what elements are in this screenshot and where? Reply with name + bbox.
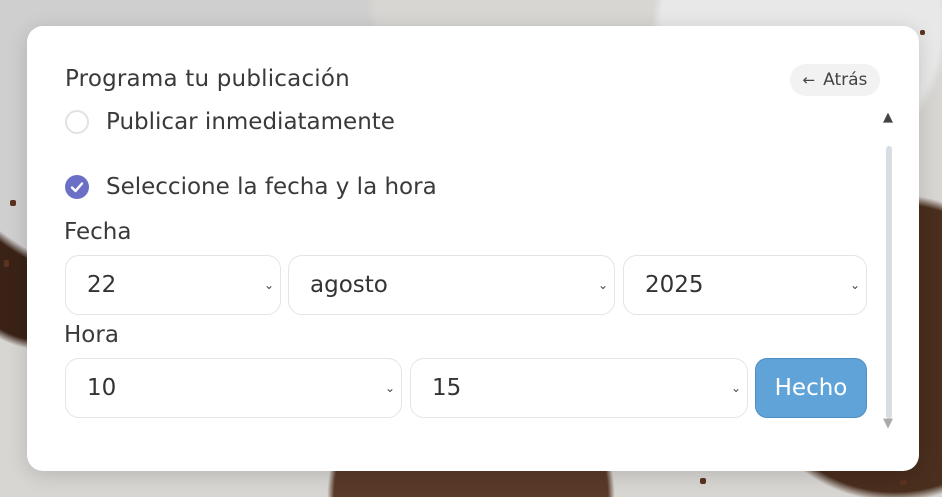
modal-title: Programa tu publicación [65, 66, 350, 92]
month-value: agosto [310, 272, 388, 298]
chevron-down-icon: ⌄ [849, 278, 860, 292]
check-icon [70, 182, 84, 193]
schedule-modal: Programa tu publicación ← Atrás ▲ ▼ Publ… [27, 26, 919, 471]
month-select[interactable]: agosto ⌄ [288, 255, 615, 315]
chevron-down-icon: ⌄ [263, 278, 274, 292]
arrow-left-icon: ← [802, 71, 816, 89]
date-label: Fecha [64, 219, 132, 245]
minute-select[interactable]: 15 ⌄ [410, 358, 748, 418]
year-value: 2025 [645, 272, 704, 298]
chevron-down-icon: ⌄ [384, 381, 395, 395]
back-button[interactable]: ← Atrás [790, 64, 880, 96]
done-button[interactable]: Hecho [755, 358, 867, 418]
option-publish-now-label: Publicar inmediatamente [106, 109, 395, 135]
day-select[interactable]: 22 ⌄ [65, 255, 281, 315]
day-value: 22 [87, 272, 117, 298]
background-decoration [10, 200, 16, 206]
hour-value: 10 [87, 375, 117, 401]
minute-value: 15 [432, 375, 462, 401]
background-decoration [4, 260, 9, 267]
radio-publish-now[interactable] [65, 110, 89, 134]
option-schedule[interactable]: Seleccione la fecha y la hora [65, 174, 437, 200]
background-decoration [920, 30, 925, 35]
background-decoration [900, 480, 907, 485]
option-schedule-label: Seleccione la fecha y la hora [106, 174, 437, 200]
scroll-down-arrow-icon[interactable]: ▼ [883, 416, 893, 431]
hour-select[interactable]: 10 ⌄ [65, 358, 402, 418]
time-label: Hora [64, 322, 119, 348]
radio-schedule[interactable] [65, 175, 89, 199]
year-select[interactable]: 2025 ⌄ [623, 255, 867, 315]
scroll-up-arrow-icon[interactable]: ▲ [883, 110, 893, 125]
background-decoration [700, 478, 706, 484]
back-button-label: Atrás [823, 70, 868, 90]
scrollbar[interactable] [886, 146, 892, 419]
option-publish-now[interactable]: Publicar inmediatamente [65, 109, 395, 135]
chevron-down-icon: ⌄ [730, 381, 741, 395]
chevron-down-icon: ⌄ [597, 278, 608, 292]
